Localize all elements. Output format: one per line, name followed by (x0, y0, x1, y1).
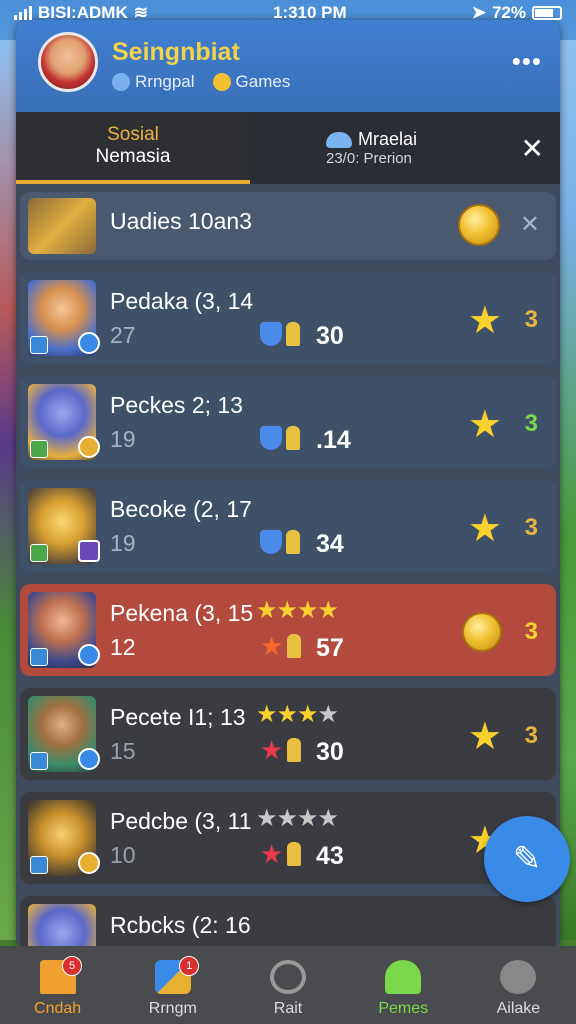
player-avatar (28, 904, 96, 950)
rating-stars: ★★★★ (256, 805, 339, 832)
edit-button[interactable]: ✎ (484, 816, 570, 902)
banner-title: Uadies 10an3 (110, 208, 252, 234)
rrngpal-link[interactable]: Rrngpal (112, 72, 195, 92)
nav-home[interactable]: 5 Cndah (0, 946, 115, 1024)
shield-icon (260, 530, 282, 554)
battery-icon (531, 6, 562, 20)
list-item[interactable]: Rcbcks (2: 16 (20, 896, 556, 950)
star-icon: ★ (467, 508, 502, 550)
shield-badge-icon (78, 332, 100, 354)
pen-icon: ✎ (512, 840, 542, 878)
list-item-highlighted[interactable]: Pekena (3, 15 ★★★★ 12 ★ 57 3 (20, 584, 556, 676)
bottom-nav: 5 Cndah 1 Rrngm Rait Pemes Ailake (0, 946, 576, 1024)
chat-icon (500, 960, 537, 994)
coin-badge-icon (78, 436, 100, 458)
bell-icon (287, 842, 302, 866)
smiley-icon (212, 73, 231, 91)
star-icon: ★ (260, 631, 284, 661)
player-avatar (28, 592, 100, 668)
header: Seingnbiat Rrngpal Games ••• (16, 20, 560, 112)
location-icon: ➤ (471, 3, 486, 22)
star-icon: ★ (260, 735, 284, 765)
star-icon: ★ (467, 716, 502, 758)
status-bar: BISI:ADMK ≋ 1:310 PM ➤ 72% (0, 0, 576, 26)
close-icon[interactable]: ✕ (521, 132, 544, 165)
battery-percent: 72% (491, 3, 526, 22)
rating-stars: ★★★★ (256, 597, 339, 624)
friends-icon (112, 73, 130, 91)
bell-icon (286, 530, 300, 554)
notification-badge: 1 (179, 956, 200, 976)
coin-badge-icon (78, 852, 100, 874)
list-item[interactable]: Pedaka (3, 14 27 30 ★ 3 (20, 272, 556, 364)
bell-icon (286, 322, 300, 346)
ellipsis-icon[interactable]: ••• (512, 46, 542, 77)
list-item[interactable]: Pedcbe (3, 11 ★★★★ 10 ★ 43 ★ (20, 792, 556, 884)
star-icon: ★ (467, 300, 502, 342)
rank-value: 3 (524, 410, 538, 437)
bell-icon (287, 738, 302, 762)
shield-icon (260, 322, 282, 346)
player-avatar (28, 800, 100, 876)
tree-icon (385, 960, 422, 994)
games-link[interactable]: Games (212, 72, 290, 92)
nav-rait[interactable]: Rait (230, 946, 345, 1024)
trophy-icon (28, 198, 96, 254)
shield-icon (260, 426, 282, 450)
bell-icon (287, 634, 302, 658)
carrier-label: BISI:ADMK (38, 3, 128, 22)
player-avatar (28, 384, 100, 460)
player-avatar (28, 488, 100, 564)
player-avatar (28, 280, 100, 356)
shield-badge-icon (78, 748, 100, 770)
avatar[interactable] (38, 32, 98, 92)
ring-icon (270, 960, 306, 994)
coin-icon (462, 612, 502, 652)
star-icon: ★ (260, 839, 284, 869)
star-icon: ★ (467, 404, 502, 446)
rank-value: 3 (524, 722, 538, 749)
tab-mraelai[interactable]: Mraelai 23/0: Prerion ✕ (250, 112, 560, 184)
app-title: Seingnbiat (112, 38, 240, 66)
nav-pemes[interactable]: Pemes (346, 946, 461, 1024)
leaderboard-panel: Seingnbiat Rrngpal Games ••• Sosial Nema… (16, 20, 560, 950)
sword-icon (30, 544, 48, 562)
notification-badge: 5 (62, 956, 82, 976)
rank-value: 3 (524, 306, 538, 333)
rank-value: 3 (524, 514, 538, 541)
signal-icon (14, 6, 32, 20)
tab-social[interactable]: Sosial Nemasia (16, 112, 250, 184)
rank-value: 3 (524, 618, 538, 645)
cloud-icon (326, 131, 352, 148)
wand-badge-icon (78, 540, 100, 562)
tab-bar: Sosial Nemasia Mraelai 23/0: Prerion ✕ (16, 112, 560, 184)
ranking-list: Uadies 10an3 ✕ Pedaka (3, 14 27 30 ★ 3 P… (16, 184, 560, 950)
rating-stars: ★★★★ (256, 701, 339, 728)
list-item[interactable]: Pecete I1; 13 ★★★★ 15 ★ 30 ★ 3 (20, 688, 556, 780)
list-item[interactable]: Peckes 2; 13 19 .14 ★ 3 (20, 376, 556, 468)
sword-icon (30, 752, 48, 770)
reward-banner[interactable]: Uadies 10an3 ✕ (20, 192, 556, 260)
bell-icon (286, 426, 300, 450)
shield-badge-icon (78, 644, 100, 666)
coin-icon (458, 204, 500, 246)
clock: 1:310 PM (272, 3, 347, 22)
nav-ailake[interactable]: Ailake (461, 946, 576, 1024)
sword-icon (30, 336, 48, 354)
sword-icon (30, 856, 48, 874)
sword-icon (30, 648, 48, 666)
dismiss-icon[interactable]: ✕ (520, 210, 540, 239)
list-item[interactable]: Becoke (2, 17 19 34 ★ 3 (20, 480, 556, 572)
sword-icon (30, 440, 48, 458)
nav-rrngm[interactable]: 1 Rrngm (115, 946, 230, 1024)
wifi-icon: ≋ (133, 3, 148, 22)
player-avatar (28, 696, 100, 772)
